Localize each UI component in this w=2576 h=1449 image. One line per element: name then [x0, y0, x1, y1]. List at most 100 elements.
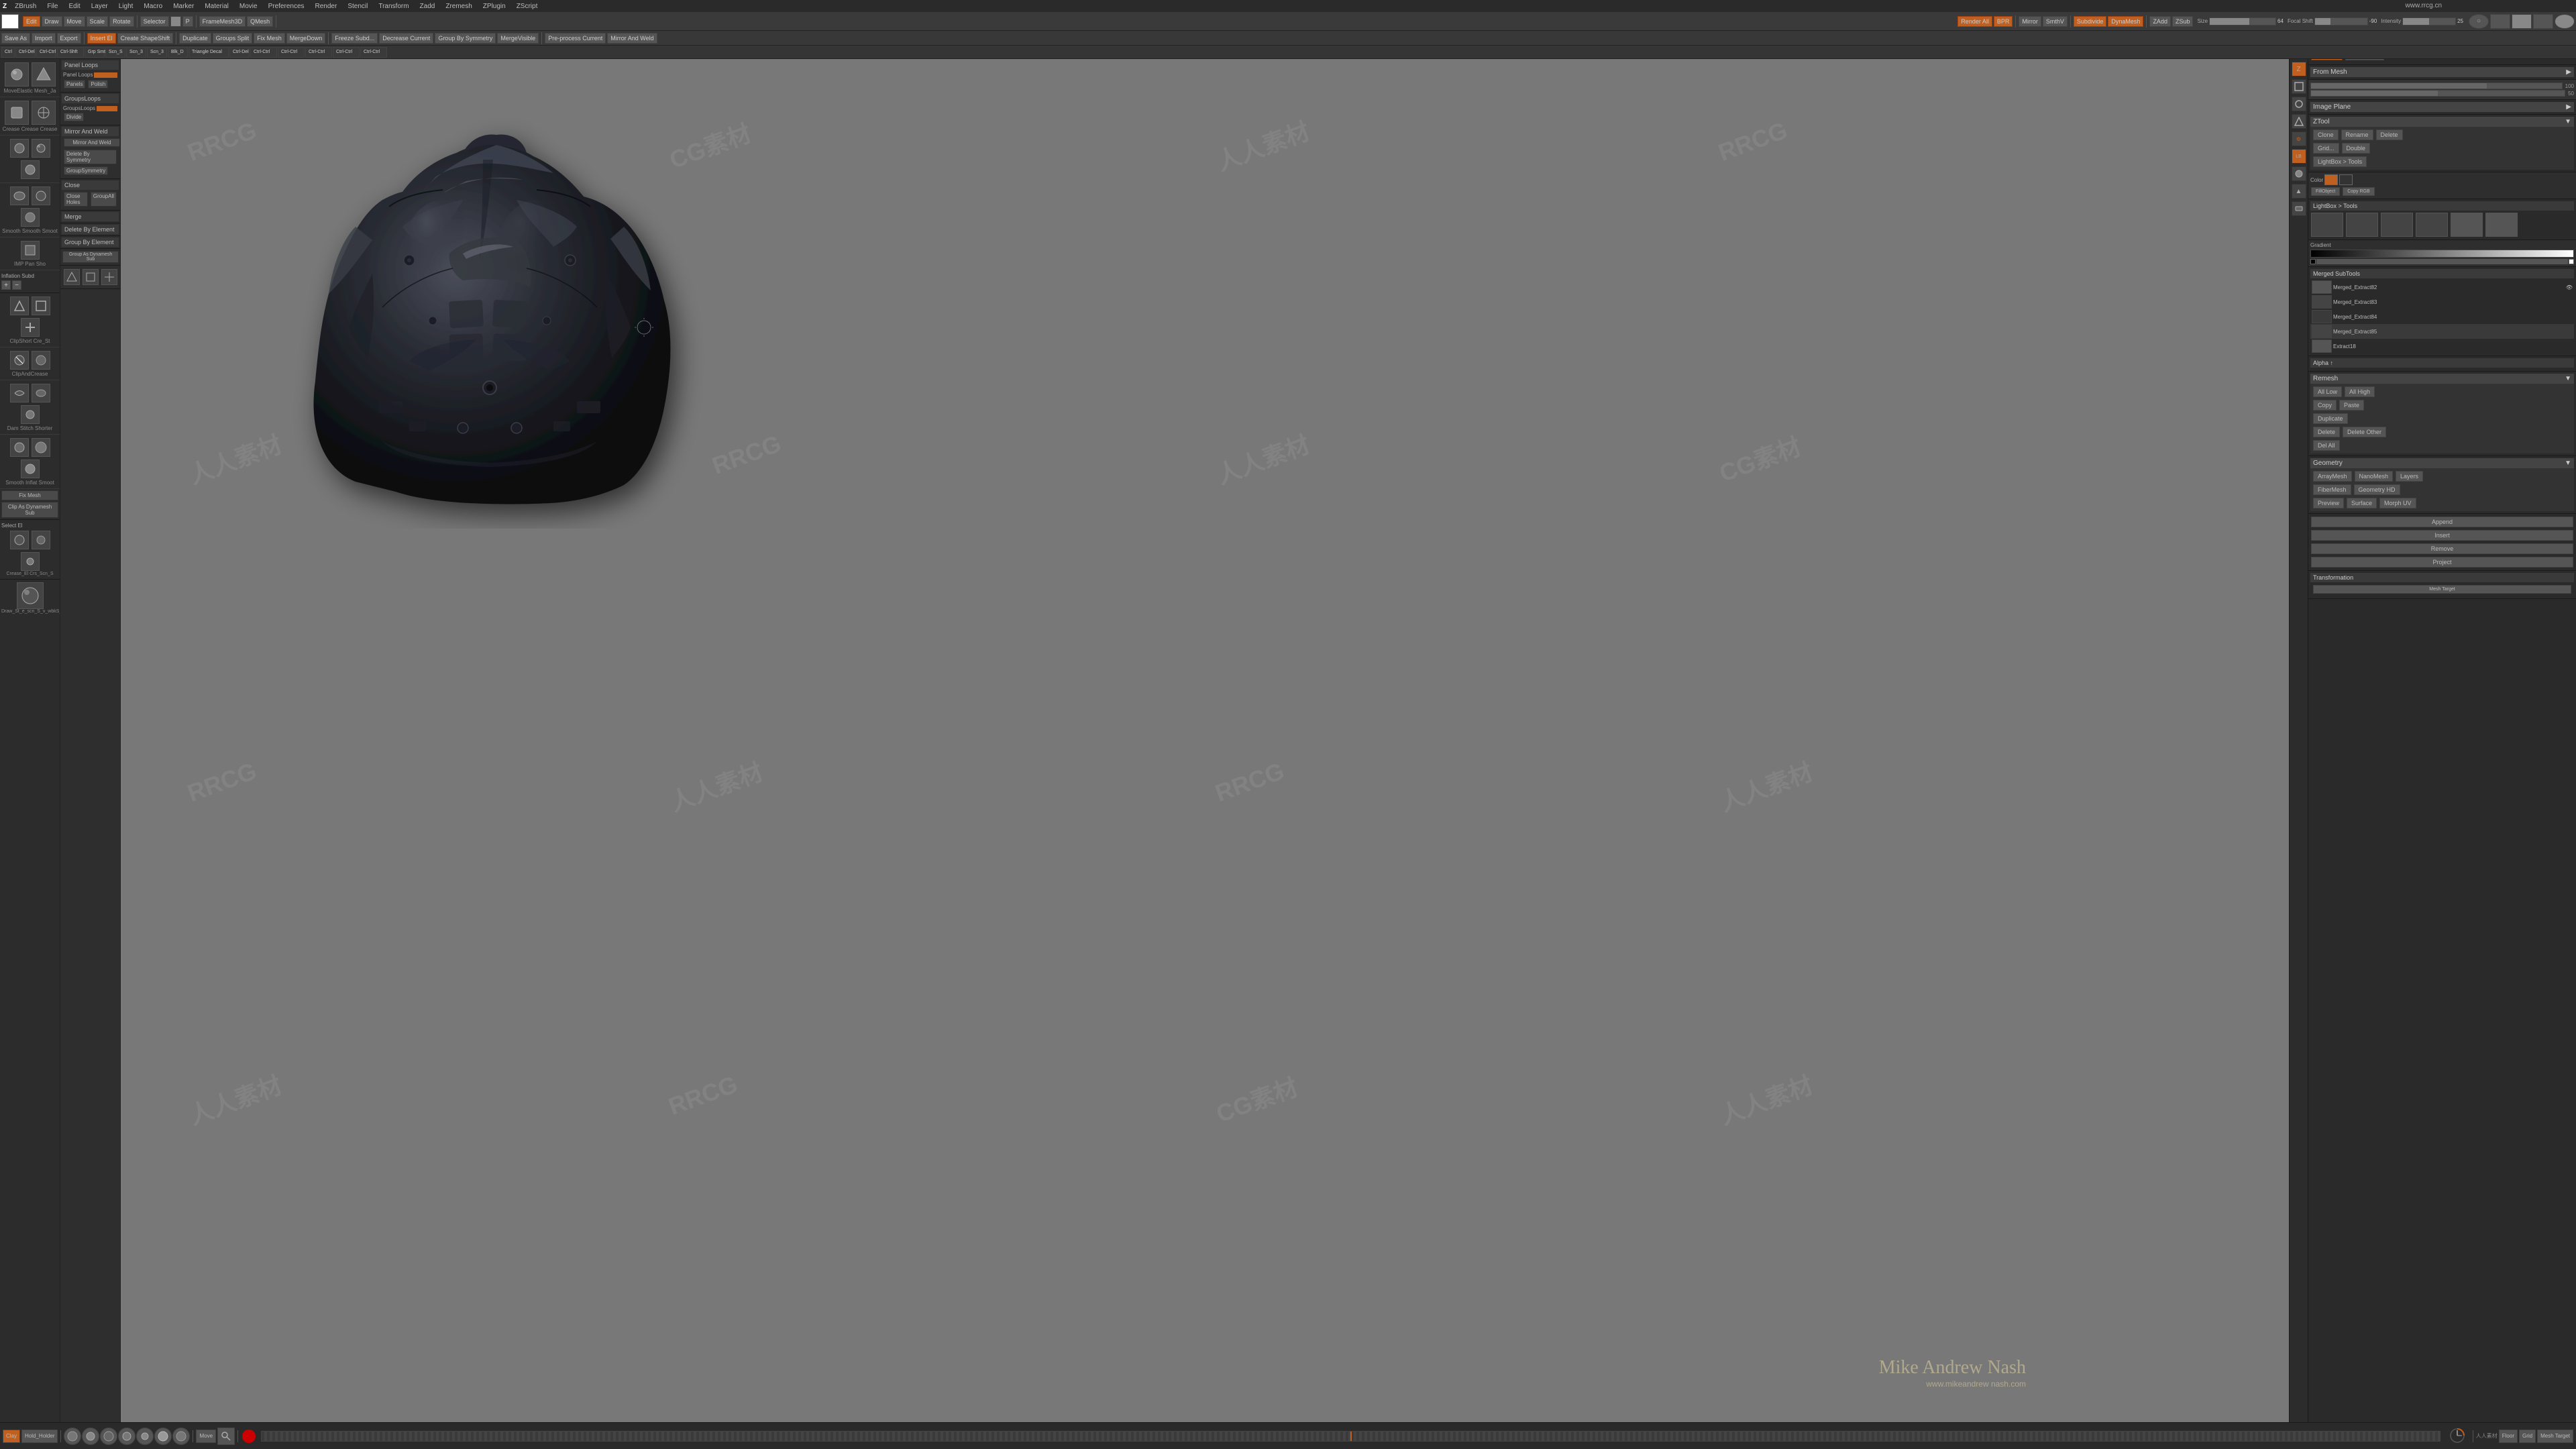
create-shapshift-btn[interactable]: Create ShapeShift: [117, 33, 174, 44]
mesh-target-bot-btn[interactable]: Mesh Target: [2537, 1430, 2573, 1443]
lb-thumb-2[interactable]: [2346, 213, 2378, 237]
brush-icon-dam[interactable]: [118, 1428, 136, 1445]
image-plane-title[interactable]: Image Plane ▶: [2310, 102, 2574, 112]
morphuv-btn[interactable]: Morph UV: [2379, 498, 2416, 508]
groups-split-btn[interactable]: Groups Split: [213, 33, 253, 44]
tb3-btn5[interactable]: Grp Smth: [85, 47, 105, 58]
fix-mesh-btn[interactable]: Fix Mesh: [254, 33, 285, 44]
tool-crease[interactable]: [5, 101, 29, 125]
panels-btn[interactable]: Panels: [64, 80, 85, 89]
subtool-item-3[interactable]: Merged_Extract84: [2310, 309, 2574, 324]
tb3-btn4[interactable]: Ctrl-Shft: [57, 47, 84, 58]
del-all-btn[interactable]: Del All: [2313, 440, 2340, 451]
mirror-weld-lp-btn[interactable]: Mirror And Weld: [64, 138, 120, 147]
fill-object-btn[interactable]: FillObject: [2311, 187, 2340, 196]
tb3-btn13[interactable]: Ctrl-Ctrl: [278, 47, 305, 58]
delete-btn[interactable]: Delete: [2376, 129, 2403, 140]
copy-btn[interactable]: Copy: [2313, 400, 2337, 411]
tool-smooth3[interactable]: [21, 208, 40, 227]
record-btn[interactable]: [242, 1430, 256, 1443]
group-dynamesh-sub-btn[interactable]: Group As Dynamesh Sub: [62, 251, 119, 263]
decrease-curr-btn[interactable]: Decrease Current: [379, 33, 433, 44]
menu-transform[interactable]: Transform: [376, 2, 411, 11]
edge-icon-2[interactable]: [2292, 97, 2306, 111]
timeline-bar[interactable]: [261, 1431, 2440, 1442]
persp-btn[interactable]: P: [182, 16, 193, 27]
clone-btn[interactable]: Clone: [2313, 129, 2339, 140]
subtool-item-5[interactable]: Extract18: [2310, 339, 2574, 354]
brush-icon-standard[interactable]: [100, 1428, 117, 1445]
remove-btn[interactable]: Remove: [2311, 543, 2573, 554]
remesh-title[interactable]: Remesh ▼: [2310, 374, 2574, 384]
main-canvas[interactable]: RRCG CG素材 人人素材 RRCG 人人素材 RRCG 人人素材 CG素材 …: [121, 59, 2308, 1422]
tb3-btn11[interactable]: Ctrl-Del: [229, 47, 250, 58]
brush-icon-clay[interactable]: [64, 1428, 81, 1445]
tool-imp[interactable]: [21, 241, 40, 260]
lp2-tool1[interactable]: [64, 269, 80, 285]
lb-thumb-3[interactable]: [2381, 213, 2413, 237]
tb3-btn1[interactable]: Ctrl: [1, 47, 15, 58]
subtool-eye-1[interactable]: 👁: [2566, 284, 2573, 290]
layers-btn[interactable]: Layers: [2396, 471, 2423, 482]
duplicate-tb-btn[interactable]: Duplicate: [179, 33, 211, 44]
edit-button[interactable]: Edit: [23, 16, 40, 27]
inflate-minus-btn[interactable]: −: [12, 280, 21, 290]
active-color-swatch[interactable]: [1, 14, 19, 29]
merge-title[interactable]: Merge: [62, 212, 119, 221]
delete-by-sym-btn[interactable]: Delete By Symmetry: [64, 150, 117, 164]
grid-btn[interactable]: Grid...: [2313, 143, 2339, 154]
clip-dynamesh-sub-btn[interactable]: Clip As Dynamesh Sub: [1, 502, 58, 518]
tool-zsphere[interactable]: [5, 62, 29, 87]
insert-btn[interactable]: Insert: [2311, 530, 2573, 541]
all-low-btn[interactable]: All Low: [2313, 386, 2342, 397]
insert-mesh-btn[interactable]: Insert El: [87, 33, 116, 44]
rename-btn[interactable]: Rename: [2341, 129, 2373, 140]
all-high-btn[interactable]: All High: [2345, 386, 2375, 397]
mesh-target-btn[interactable]: Mesh Target: [2313, 585, 2571, 594]
mirror-weld-btn[interactable]: Mirror And Weld: [607, 33, 657, 44]
preview-btn[interactable]: Preview: [2313, 498, 2344, 508]
bottom-hold-btn[interactable]: Hold_Holder: [21, 1430, 58, 1443]
brush-icon-trim[interactable]: [154, 1428, 172, 1445]
ztool-title[interactable]: ZTool ▼: [2310, 117, 2574, 127]
subtool-item-2[interactable]: Merged_Extract83: [2310, 294, 2574, 309]
zadd-btn[interactable]: ZAdd: [2149, 16, 2171, 27]
export-tb-btn[interactable]: Export: [57, 33, 81, 44]
edge-icon-alpha[interactable]: [2292, 166, 2306, 181]
edge-icon-1[interactable]: [2292, 79, 2306, 94]
mee-btn[interactable]: [170, 16, 181, 27]
scale-button[interactable]: Scale: [87, 16, 109, 27]
framemesh-btn[interactable]: FrameMesh3D: [199, 16, 246, 27]
menu-zremesh[interactable]: Zremesh: [443, 2, 474, 11]
from-mesh-title[interactable]: From Mesh ▶: [2310, 67, 2574, 77]
edge-icon-lightbox[interactable]: LB: [2292, 149, 2306, 164]
menu-marker[interactable]: Marker: [170, 2, 197, 11]
mirror-btn[interactable]: Mirror: [2019, 16, 2041, 27]
laser-btn[interactable]: SmthV: [2043, 16, 2068, 27]
tb3-btn12[interactable]: Ctrl-Ctrl: [250, 47, 277, 58]
merge-visible-btn[interactable]: MergeVisible: [497, 33, 539, 44]
geometryhd-btn[interactable]: Geometry HD: [2354, 484, 2400, 495]
paste-btn[interactable]: Paste: [2339, 400, 2364, 411]
tool-si2[interactable]: [32, 438, 50, 457]
color-empty-swatch[interactable]: [2339, 174, 2353, 185]
pre-process-btn[interactable]: Pre-process Current: [545, 33, 606, 44]
qmesh-btn[interactable]: QMesh: [247, 16, 273, 27]
freeze-subdiv-btn[interactable]: Freeze Subd...: [331, 33, 378, 44]
tb3-btn10[interactable]: Triangle Decal: [189, 47, 229, 58]
tool-mesh3d[interactable]: [32, 62, 56, 87]
subtool-item-4[interactable]: Merged_Extract85: [2310, 324, 2574, 339]
project-btn[interactable]: Project: [2311, 557, 2573, 568]
menu-light[interactable]: Light: [116, 2, 136, 11]
dynamesh-btn[interactable]: DynaMesh: [2108, 16, 2143, 27]
tool-divide[interactable]: [32, 101, 56, 125]
duplicate-remesh-btn[interactable]: Duplicate: [2313, 413, 2348, 424]
menu-zscript[interactable]: ZScript: [514, 2, 541, 11]
menu-zadd[interactable]: Zadd: [417, 2, 438, 11]
tool-dam3[interactable]: [21, 405, 40, 424]
move-btn-bot[interactable]: Move: [196, 1430, 216, 1443]
group-by-sym-btn[interactable]: Group By Symmetry: [435, 33, 496, 44]
panel-loops-title[interactable]: Panel Loops: [62, 60, 119, 70]
tool-trim2[interactable]: [32, 351, 50, 370]
copy-rgb-btn[interactable]: Copy RGB: [2343, 187, 2374, 196]
